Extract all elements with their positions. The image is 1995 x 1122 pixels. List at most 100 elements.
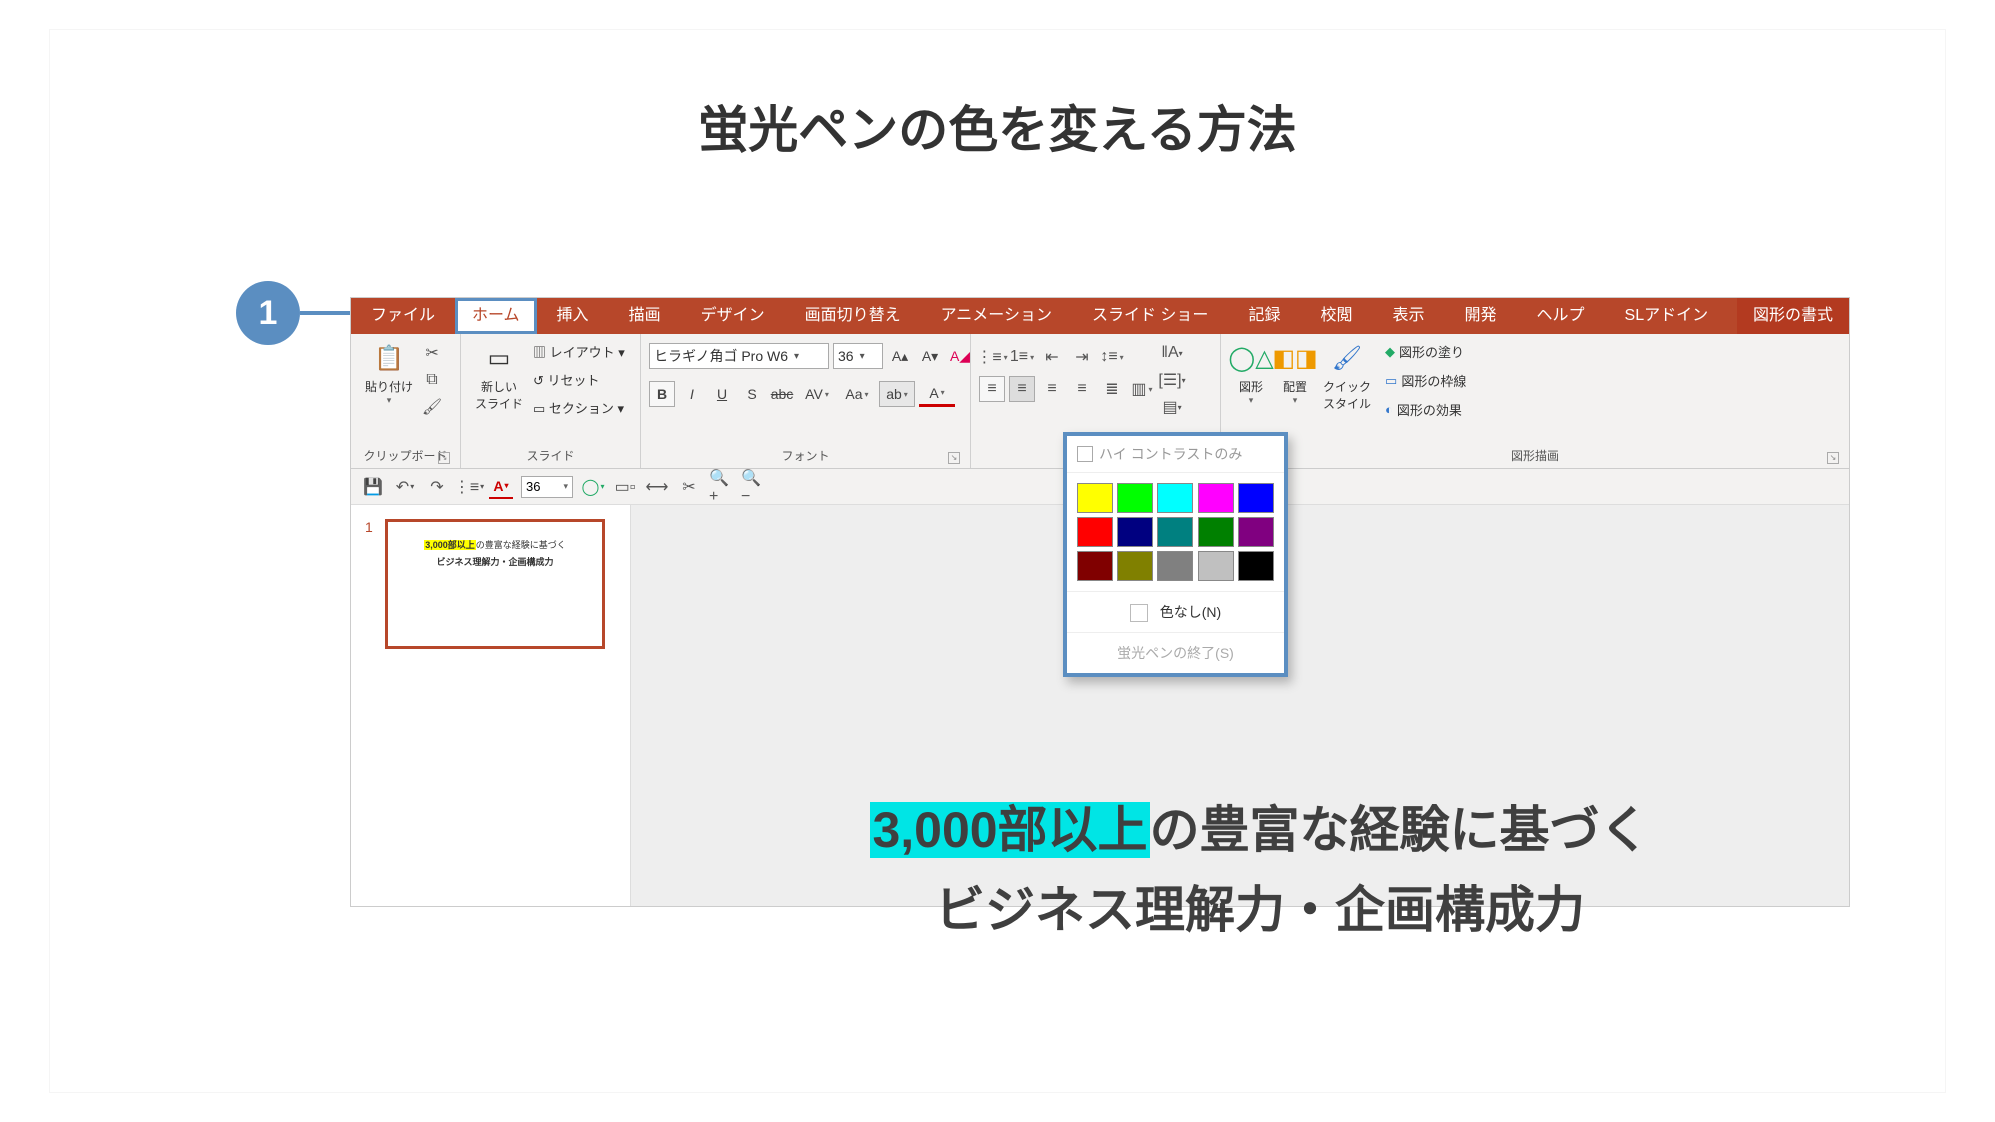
tab-developer[interactable]: 開発 — [1444, 298, 1516, 334]
arrange-button[interactable]: ◧◨ 配置 ▾ — [1273, 340, 1317, 408]
shadow-button[interactable]: S — [739, 381, 765, 407]
paste-button[interactable]: 📋 貼り付け ▾ — [359, 340, 419, 408]
tab-insert[interactable]: 挿入 — [537, 298, 609, 334]
columns-button[interactable]: ▥▾ — [1129, 376, 1155, 402]
distributed-button[interactable]: ≣ — [1099, 376, 1125, 402]
color-swatch-6[interactable] — [1117, 517, 1153, 547]
justify-button[interactable]: ≡ — [1069, 376, 1095, 402]
align-text-button[interactable]: [☰]▾ — [1163, 371, 1181, 389]
shape-qat-icon[interactable]: ◯▾ — [581, 475, 605, 499]
quick-styles-icon: 🖌 — [1331, 342, 1363, 374]
tab-file[interactable]: ファイル — [351, 298, 455, 334]
save-icon[interactable]: 💾 — [361, 475, 385, 499]
shape-fill-button[interactable]: ◆図形の塗り — [1385, 342, 1466, 361]
color-swatch-2[interactable] — [1157, 483, 1193, 513]
font-size-qat-combo[interactable]: 36 ▾ — [521, 476, 573, 498]
paste-label: 貼り付け — [365, 378, 413, 395]
cut-icon[interactable]: ✂ — [423, 344, 441, 362]
checkbox-icon[interactable] — [1077, 446, 1093, 462]
color-swatch-11[interactable] — [1117, 551, 1153, 581]
no-color-item[interactable]: 色なし(N) — [1067, 591, 1284, 632]
color-swatch-8[interactable] — [1198, 517, 1234, 547]
high-contrast-only-row[interactable]: ハイ コントラストのみ — [1067, 436, 1284, 473]
decrease-font-icon[interactable]: A▾ — [917, 343, 943, 369]
color-swatch-7[interactable] — [1157, 517, 1193, 547]
line-spacing-button[interactable]: ↕≡▾ — [1099, 344, 1125, 370]
font-size-combo[interactable]: 36 ▾ — [833, 343, 883, 369]
tab-help[interactable]: ヘルプ — [1517, 298, 1605, 334]
text-direction-button[interactable]: ‖A▾ — [1163, 344, 1181, 362]
font-name-combo[interactable]: ヒラギノ角ゴ Pro W6 ▾ — [649, 343, 829, 369]
italic-button[interactable]: I — [679, 381, 705, 407]
char-spacing-button[interactable]: AV▾ — [799, 381, 835, 407]
color-swatch-4[interactable] — [1238, 483, 1274, 513]
tab-sladdin[interactable]: SLアドイン — [1605, 298, 1729, 334]
slide-thumbnails-panel: 1 3,000部以上の豊富な経験に基づく ビジネス理解力・企画構成力 — [351, 505, 631, 906]
example-text: 3,000部以上の豊富な経験に基づく ビジネス理解力・企画構成力 — [770, 790, 1750, 950]
tab-slideshow[interactable]: スライド ショー — [1072, 298, 1228, 334]
color-swatch-14[interactable] — [1238, 551, 1274, 581]
format-painter-icon[interactable]: 🖌 — [423, 398, 441, 416]
zoom-in-icon[interactable]: 🔍+ — [709, 475, 733, 499]
color-swatch-0[interactable] — [1077, 483, 1113, 513]
smartart-button[interactable]: ▤▾ — [1163, 398, 1181, 416]
bold-button[interactable]: B — [649, 381, 675, 407]
highlight-color-popup: ハイ コントラストのみ 色なし(N) 蛍光ペンの終了(S) — [1063, 432, 1288, 677]
slide-thumbnail-1[interactable]: 3,000部以上の豊富な経験に基づく ビジネス理解力・企画構成力 — [385, 519, 605, 649]
change-case-button[interactable]: Aa▾ — [839, 381, 875, 407]
layout-button[interactable]: ▥ レイアウト ▾ — [533, 342, 625, 361]
new-slide-button[interactable]: ▭ 新しい スライド — [469, 340, 529, 414]
color-swatch-3[interactable] — [1198, 483, 1234, 513]
shapes-button[interactable]: ◯△ 図形 ▾ — [1229, 340, 1273, 408]
underline-button[interactable]: U — [709, 381, 735, 407]
strikethrough-button[interactable]: abc — [769, 381, 795, 407]
decrease-indent-button[interactable]: ⇤ — [1039, 344, 1065, 370]
redo-icon[interactable]: ↷ — [425, 475, 449, 499]
section-button[interactable]: ▭ セクション ▾ — [533, 398, 625, 417]
increase-font-icon[interactable]: A▴ — [887, 343, 913, 369]
color-swatch-13[interactable] — [1198, 551, 1234, 581]
tab-draw[interactable]: 描画 — [609, 298, 681, 334]
slide-number: 1 — [365, 519, 373, 535]
shape-outline-button[interactable]: ▭図形の枠線 — [1385, 371, 1466, 390]
align-qat-icon[interactable]: ▭▫ — [613, 475, 637, 499]
align-left-button[interactable]: ≡ — [979, 376, 1005, 402]
numbering-button[interactable]: 1≡▾ — [1009, 344, 1035, 370]
tab-view[interactable]: 表示 — [1372, 298, 1444, 334]
bullets-qat-icon[interactable]: ⋮≡▾ — [457, 475, 481, 499]
clear-formatting-icon[interactable]: A◢ — [947, 343, 973, 369]
font-dialog-launcher[interactable]: ↘ — [948, 452, 960, 464]
ruler-qat-icon[interactable]: ⟷ — [645, 475, 669, 499]
align-right-button[interactable]: ≡ — [1039, 376, 1065, 402]
color-swatch-5[interactable] — [1077, 517, 1113, 547]
quick-styles-button[interactable]: 🖌 クイック スタイル — [1317, 340, 1377, 414]
font-color-qat-icon[interactable]: A▾ — [489, 475, 513, 499]
reset-button[interactable]: ↺ リセット — [533, 370, 625, 389]
tab-record[interactable]: 記録 — [1228, 298, 1300, 334]
tab-review[interactable]: 校閲 — [1300, 298, 1372, 334]
increase-indent-button[interactable]: ⇥ — [1069, 344, 1095, 370]
crop-qat-icon[interactable]: ✂ — [677, 475, 701, 499]
zoom-out-icon[interactable]: 🔍− — [741, 475, 765, 499]
group-drawing-label: 図形描画 ↘ — [1229, 445, 1841, 468]
tab-home[interactable]: ホーム — [455, 298, 537, 334]
undo-icon[interactable]: ↶▾ — [393, 475, 417, 499]
tab-transitions[interactable]: 画面切り替え — [785, 298, 921, 334]
color-swatch-9[interactable] — [1238, 517, 1274, 547]
color-swatch-1[interactable] — [1117, 483, 1153, 513]
thumb-highlight: 3,000部以上 — [424, 540, 476, 550]
highlight-color-button[interactable]: ab▾ — [879, 381, 915, 407]
drawing-dialog-launcher[interactable]: ↘ — [1827, 452, 1839, 464]
color-swatch-12[interactable] — [1157, 551, 1193, 581]
color-swatch-10[interactable] — [1077, 551, 1113, 581]
tab-shape-format[interactable]: 図形の書式 — [1737, 298, 1849, 334]
shape-effects-button[interactable]: ◐図形の効果 — [1385, 400, 1466, 419]
bullets-button[interactable]: ⋮≡▾ — [979, 344, 1005, 370]
font-color-button[interactable]: A▾ — [919, 381, 955, 407]
stop-highlight-item: 蛍光ペンの終了(S) — [1067, 632, 1284, 673]
align-center-button[interactable]: ≡ — [1009, 376, 1035, 402]
clipboard-dialog-launcher[interactable]: ↘ — [438, 452, 450, 464]
tab-animations[interactable]: アニメーション — [921, 298, 1072, 334]
copy-icon[interactable]: ⧉ — [423, 371, 441, 389]
tab-design[interactable]: デザイン — [681, 298, 785, 334]
